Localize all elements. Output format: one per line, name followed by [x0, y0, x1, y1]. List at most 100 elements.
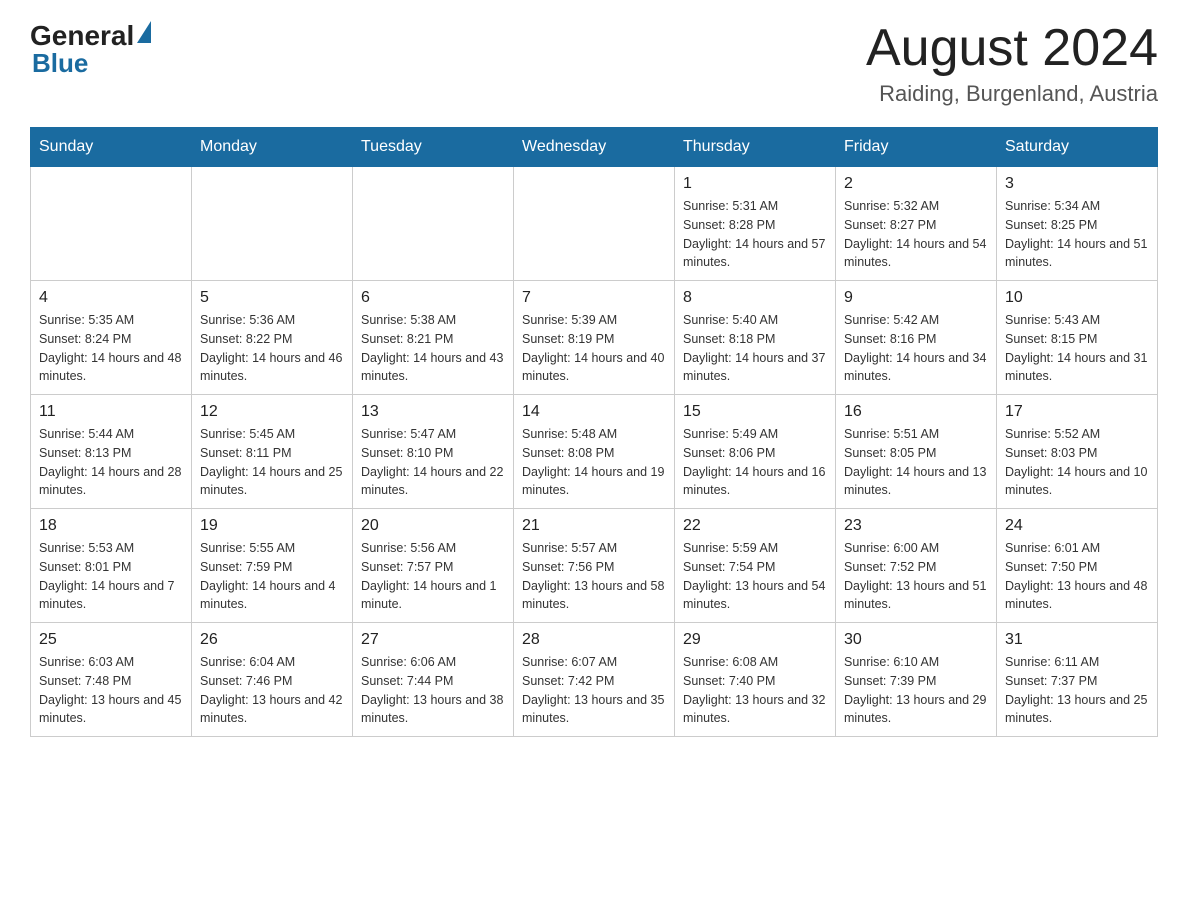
header-friday: Friday — [836, 128, 997, 167]
day-info: Sunrise: 5:39 AM Sunset: 8:19 PM Dayligh… — [522, 311, 666, 386]
day-number: 9 — [844, 289, 988, 307]
table-row — [31, 167, 192, 281]
day-number: 18 — [39, 517, 183, 535]
day-info: Sunrise: 5:48 AM Sunset: 8:08 PM Dayligh… — [522, 425, 666, 500]
day-info: Sunrise: 5:34 AM Sunset: 8:25 PM Dayligh… — [1005, 197, 1149, 272]
day-info: Sunrise: 5:36 AM Sunset: 8:22 PM Dayligh… — [200, 311, 344, 386]
day-number: 10 — [1005, 289, 1149, 307]
day-info: Sunrise: 5:31 AM Sunset: 8:28 PM Dayligh… — [683, 197, 827, 272]
table-row: 25 Sunrise: 6:03 AM Sunset: 7:48 PM Dayl… — [31, 623, 192, 737]
day-number: 26 — [200, 631, 344, 649]
table-row: 11 Sunrise: 5:44 AM Sunset: 8:13 PM Dayl… — [31, 395, 192, 509]
table-row: 26 Sunrise: 6:04 AM Sunset: 7:46 PM Dayl… — [192, 623, 353, 737]
day-number: 23 — [844, 517, 988, 535]
day-number: 28 — [522, 631, 666, 649]
logo-blue-text: Blue — [32, 48, 88, 79]
day-info: Sunrise: 5:32 AM Sunset: 8:27 PM Dayligh… — [844, 197, 988, 272]
table-row: 20 Sunrise: 5:56 AM Sunset: 7:57 PM Dayl… — [353, 509, 514, 623]
day-info: Sunrise: 5:35 AM Sunset: 8:24 PM Dayligh… — [39, 311, 183, 386]
table-row: 22 Sunrise: 5:59 AM Sunset: 7:54 PM Dayl… — [675, 509, 836, 623]
calendar-table: Sunday Monday Tuesday Wednesday Thursday… — [30, 127, 1158, 737]
day-info: Sunrise: 5:55 AM Sunset: 7:59 PM Dayligh… — [200, 539, 344, 614]
day-number: 8 — [683, 289, 827, 307]
table-row: 24 Sunrise: 6:01 AM Sunset: 7:50 PM Dayl… — [997, 509, 1158, 623]
day-number: 11 — [39, 403, 183, 421]
day-info: Sunrise: 5:51 AM Sunset: 8:05 PM Dayligh… — [844, 425, 988, 500]
day-info: Sunrise: 5:56 AM Sunset: 7:57 PM Dayligh… — [361, 539, 505, 614]
day-info: Sunrise: 5:57 AM Sunset: 7:56 PM Dayligh… — [522, 539, 666, 614]
table-row: 27 Sunrise: 6:06 AM Sunset: 7:44 PM Dayl… — [353, 623, 514, 737]
table-row — [192, 167, 353, 281]
day-number: 24 — [1005, 517, 1149, 535]
calendar-week-row: 25 Sunrise: 6:03 AM Sunset: 7:48 PM Dayl… — [31, 623, 1158, 737]
table-row: 28 Sunrise: 6:07 AM Sunset: 7:42 PM Dayl… — [514, 623, 675, 737]
day-number: 29 — [683, 631, 827, 649]
table-row: 31 Sunrise: 6:11 AM Sunset: 7:37 PM Dayl… — [997, 623, 1158, 737]
table-row: 1 Sunrise: 5:31 AM Sunset: 8:28 PM Dayli… — [675, 167, 836, 281]
table-row: 6 Sunrise: 5:38 AM Sunset: 8:21 PM Dayli… — [353, 281, 514, 395]
month-title: August 2024 — [866, 20, 1158, 77]
day-info: Sunrise: 6:04 AM Sunset: 7:46 PM Dayligh… — [200, 653, 344, 728]
day-number: 20 — [361, 517, 505, 535]
table-row: 13 Sunrise: 5:47 AM Sunset: 8:10 PM Dayl… — [353, 395, 514, 509]
day-number: 17 — [1005, 403, 1149, 421]
day-info: Sunrise: 6:01 AM Sunset: 7:50 PM Dayligh… — [1005, 539, 1149, 614]
day-number: 14 — [522, 403, 666, 421]
day-number: 31 — [1005, 631, 1149, 649]
day-info: Sunrise: 5:40 AM Sunset: 8:18 PM Dayligh… — [683, 311, 827, 386]
table-row: 9 Sunrise: 5:42 AM Sunset: 8:16 PM Dayli… — [836, 281, 997, 395]
calendar-week-row: 1 Sunrise: 5:31 AM Sunset: 8:28 PM Dayli… — [31, 167, 1158, 281]
day-number: 5 — [200, 289, 344, 307]
day-number: 6 — [361, 289, 505, 307]
table-row: 8 Sunrise: 5:40 AM Sunset: 8:18 PM Dayli… — [675, 281, 836, 395]
header-thursday: Thursday — [675, 128, 836, 167]
day-info: Sunrise: 5:38 AM Sunset: 8:21 PM Dayligh… — [361, 311, 505, 386]
day-number: 21 — [522, 517, 666, 535]
day-info: Sunrise: 6:10 AM Sunset: 7:39 PM Dayligh… — [844, 653, 988, 728]
table-row: 5 Sunrise: 5:36 AM Sunset: 8:22 PM Dayli… — [192, 281, 353, 395]
header-tuesday: Tuesday — [353, 128, 514, 167]
table-row: 2 Sunrise: 5:32 AM Sunset: 8:27 PM Dayli… — [836, 167, 997, 281]
day-info: Sunrise: 5:49 AM Sunset: 8:06 PM Dayligh… — [683, 425, 827, 500]
day-number: 13 — [361, 403, 505, 421]
table-row: 18 Sunrise: 5:53 AM Sunset: 8:01 PM Dayl… — [31, 509, 192, 623]
day-number: 4 — [39, 289, 183, 307]
header-wednesday: Wednesday — [514, 128, 675, 167]
day-info: Sunrise: 6:11 AM Sunset: 7:37 PM Dayligh… — [1005, 653, 1149, 728]
day-info: Sunrise: 5:43 AM Sunset: 8:15 PM Dayligh… — [1005, 311, 1149, 386]
day-info: Sunrise: 6:00 AM Sunset: 7:52 PM Dayligh… — [844, 539, 988, 614]
title-section: August 2024 Raiding, Burgenland, Austria — [866, 20, 1158, 107]
table-row: 29 Sunrise: 6:08 AM Sunset: 7:40 PM Dayl… — [675, 623, 836, 737]
day-info: Sunrise: 5:53 AM Sunset: 8:01 PM Dayligh… — [39, 539, 183, 614]
day-number: 1 — [683, 175, 827, 193]
day-info: Sunrise: 5:59 AM Sunset: 7:54 PM Dayligh… — [683, 539, 827, 614]
day-info: Sunrise: 6:06 AM Sunset: 7:44 PM Dayligh… — [361, 653, 505, 728]
table-row: 30 Sunrise: 6:10 AM Sunset: 7:39 PM Dayl… — [836, 623, 997, 737]
day-number: 3 — [1005, 175, 1149, 193]
calendar-header-row: Sunday Monday Tuesday Wednesday Thursday… — [31, 128, 1158, 167]
header-monday: Monday — [192, 128, 353, 167]
day-info: Sunrise: 5:44 AM Sunset: 8:13 PM Dayligh… — [39, 425, 183, 500]
day-number: 7 — [522, 289, 666, 307]
calendar-week-row: 4 Sunrise: 5:35 AM Sunset: 8:24 PM Dayli… — [31, 281, 1158, 395]
day-number: 30 — [844, 631, 988, 649]
table-row: 4 Sunrise: 5:35 AM Sunset: 8:24 PM Dayli… — [31, 281, 192, 395]
table-row: 15 Sunrise: 5:49 AM Sunset: 8:06 PM Dayl… — [675, 395, 836, 509]
day-info: Sunrise: 5:45 AM Sunset: 8:11 PM Dayligh… — [200, 425, 344, 500]
day-number: 19 — [200, 517, 344, 535]
calendar-week-row: 18 Sunrise: 5:53 AM Sunset: 8:01 PM Dayl… — [31, 509, 1158, 623]
day-number: 27 — [361, 631, 505, 649]
table-row — [514, 167, 675, 281]
table-row: 23 Sunrise: 6:00 AM Sunset: 7:52 PM Dayl… — [836, 509, 997, 623]
calendar-week-row: 11 Sunrise: 5:44 AM Sunset: 8:13 PM Dayl… — [31, 395, 1158, 509]
table-row: 14 Sunrise: 5:48 AM Sunset: 8:08 PM Dayl… — [514, 395, 675, 509]
day-info: Sunrise: 6:07 AM Sunset: 7:42 PM Dayligh… — [522, 653, 666, 728]
table-row: 3 Sunrise: 5:34 AM Sunset: 8:25 PM Dayli… — [997, 167, 1158, 281]
logo: General Blue — [30, 20, 151, 79]
day-info: Sunrise: 6:03 AM Sunset: 7:48 PM Dayligh… — [39, 653, 183, 728]
day-number: 2 — [844, 175, 988, 193]
table-row: 16 Sunrise: 5:51 AM Sunset: 8:05 PM Dayl… — [836, 395, 997, 509]
table-row: 17 Sunrise: 5:52 AM Sunset: 8:03 PM Dayl… — [997, 395, 1158, 509]
day-info: Sunrise: 5:47 AM Sunset: 8:10 PM Dayligh… — [361, 425, 505, 500]
location-subtitle: Raiding, Burgenland, Austria — [866, 81, 1158, 107]
